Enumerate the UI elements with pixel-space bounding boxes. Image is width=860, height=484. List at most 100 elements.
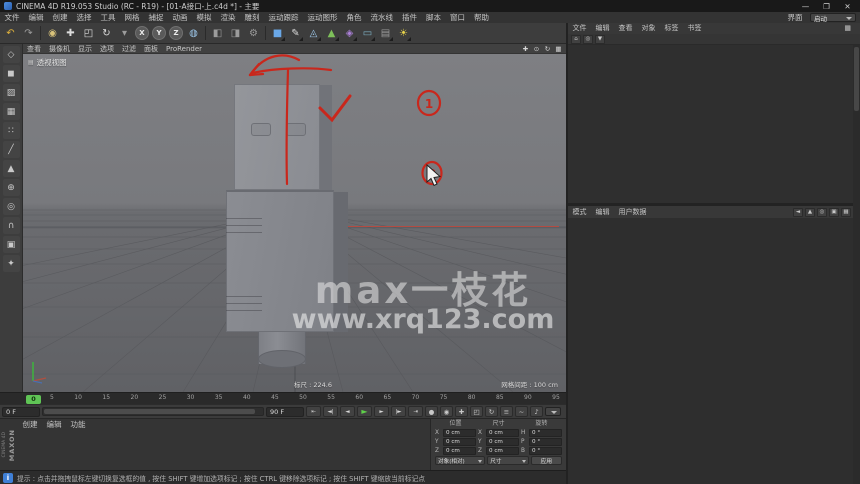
- layout-dropdown[interactable]: 启动: [810, 13, 856, 23]
- om-menu-bookmarks[interactable]: 书签: [683, 23, 706, 34]
- rot-b-field[interactable]: 0 °: [529, 447, 562, 455]
- size-mode-dropdown[interactable]: 尺寸: [487, 456, 529, 465]
- range-end-field[interactable]: 90 F: [266, 406, 304, 417]
- prev-frame-button[interactable]: ◄: [340, 406, 355, 417]
- vp-menu-filter[interactable]: 过滤: [118, 44, 140, 54]
- vp-menu-view[interactable]: 查看: [23, 44, 45, 54]
- vp-menu-prorender[interactable]: ProRender: [162, 44, 206, 54]
- maximize-button[interactable]: ❐: [818, 2, 835, 11]
- sound-toggle-button[interactable]: ♪: [530, 406, 543, 417]
- pan-view-icon[interactable]: ✚: [521, 44, 530, 53]
- am-panel-icon[interactable]: ▦: [841, 207, 851, 217]
- tweak-mode-icon[interactable]: ✦: [2, 255, 20, 272]
- right-scrollbar[interactable]: [853, 45, 860, 484]
- redo-icon[interactable]: ↷: [20, 25, 37, 42]
- menu-tools[interactable]: 工具: [96, 12, 120, 23]
- size-x-field[interactable]: 0 cm: [486, 429, 519, 437]
- menu-character[interactable]: 角色: [342, 12, 366, 23]
- am-menu-edit[interactable]: 编辑: [591, 206, 614, 218]
- x-axis-lock-button[interactable]: X: [135, 26, 149, 40]
- recent-tools-dropdown[interactable]: ▾: [116, 25, 133, 42]
- rot-h-field[interactable]: 0 °: [529, 429, 562, 437]
- menu-mograph[interactable]: 运动图形: [303, 12, 342, 23]
- coord-system-icon[interactable]: ◍: [185, 25, 202, 42]
- polygons-mode-icon[interactable]: ▲: [2, 160, 20, 177]
- viewport-canvas[interactable]: max一枝花 www.xrq123.com 1 2 ▤ 透视视图 标尺: 22…: [23, 54, 566, 392]
- camera-icon[interactable]: ▤: [377, 25, 394, 42]
- vp-menu-options[interactable]: 选项: [96, 44, 118, 54]
- om-search-icon[interactable]: ◎: [583, 34, 593, 44]
- om-menu-tags[interactable]: 标签: [660, 23, 683, 34]
- make-editable-icon[interactable]: ◇: [2, 46, 20, 63]
- edges-mode-icon[interactable]: ╱: [2, 141, 20, 158]
- model-mode-icon[interactable]: ◼: [2, 65, 20, 82]
- render-settings-icon[interactable]: ⚙: [245, 25, 262, 42]
- record-position-button[interactable]: ✚: [455, 406, 468, 417]
- toggle-views-icon[interactable]: ▦: [554, 44, 563, 53]
- menu-help[interactable]: 帮助: [470, 12, 494, 23]
- record-scale-button[interactable]: ◰: [470, 406, 483, 417]
- menu-select[interactable]: 选择: [72, 12, 96, 23]
- apply-button[interactable]: 应用: [530, 456, 562, 465]
- playback-options-dropdown[interactable]: [545, 407, 561, 416]
- menu-simulate[interactable]: 模拟: [192, 12, 216, 23]
- om-menu-objects[interactable]: 对象: [637, 23, 660, 34]
- om-menu-view[interactable]: 查看: [614, 23, 637, 34]
- vp-menu-panel[interactable]: 面板: [140, 44, 162, 54]
- axis-mode-icon[interactable]: ⊕: [2, 179, 20, 196]
- material-menu-create[interactable]: 创建: [18, 419, 42, 430]
- rotate-tool-icon[interactable]: ↻: [98, 25, 115, 42]
- solo-mode-icon[interactable]: ◎: [2, 198, 20, 215]
- pos-z-field[interactable]: 0 cm: [443, 447, 476, 455]
- material-menu-function[interactable]: 功能: [66, 419, 90, 430]
- pos-x-field[interactable]: 0 cm: [443, 429, 476, 437]
- menu-pipeline[interactable]: 流水线: [366, 12, 398, 23]
- coord-mode-dropdown[interactable]: 对象(相对): [435, 456, 486, 465]
- am-search-icon[interactable]: ◎: [817, 207, 827, 217]
- live-selection-icon[interactable]: ◉: [44, 25, 61, 42]
- am-menu-mode[interactable]: 模式: [568, 206, 591, 218]
- autokey-button[interactable]: ◉: [440, 406, 453, 417]
- record-pla-button[interactable]: ~: [515, 406, 528, 417]
- goto-end-button[interactable]: ⇥: [408, 406, 423, 417]
- menu-window[interactable]: 窗口: [446, 12, 470, 23]
- texture-mode-icon[interactable]: ▨: [2, 84, 20, 101]
- render-picture-viewer-icon[interactable]: ◨: [227, 25, 244, 42]
- menu-file[interactable]: 文件: [0, 12, 24, 23]
- next-key-button[interactable]: |►: [391, 406, 406, 417]
- am-menu-userdata[interactable]: 用户数据: [614, 206, 651, 218]
- play-button[interactable]: ►: [357, 406, 372, 417]
- snap-toggle-icon[interactable]: ∩: [2, 217, 20, 234]
- zoom-view-icon[interactable]: ⊙: [532, 44, 541, 53]
- menu-snap[interactable]: 捕捉: [144, 12, 168, 23]
- am-lock-icon[interactable]: ▣: [829, 207, 839, 217]
- workplane-lock-icon[interactable]: ▣: [2, 236, 20, 253]
- y-axis-lock-button[interactable]: Y: [152, 26, 166, 40]
- menu-animate[interactable]: 动画: [168, 12, 192, 23]
- om-home-icon[interactable]: ⌂: [571, 34, 581, 44]
- workplane-mode-icon[interactable]: ▦: [2, 103, 20, 120]
- scale-tool-icon[interactable]: ◰: [80, 25, 97, 42]
- goto-start-button[interactable]: ⇤: [306, 406, 321, 417]
- menu-plugins[interactable]: 插件: [398, 12, 422, 23]
- next-frame-button[interactable]: ►: [374, 406, 389, 417]
- record-rotation-button[interactable]: ↻: [485, 406, 498, 417]
- menu-edit[interactable]: 编辑: [24, 12, 48, 23]
- close-button[interactable]: ✕: [839, 2, 856, 11]
- material-menu-edit[interactable]: 编辑: [42, 419, 66, 430]
- record-parameter-button[interactable]: ≡: [500, 406, 513, 417]
- current-frame-marker[interactable]: 0: [26, 394, 41, 404]
- view-label[interactable]: ▤ 透视视图: [28, 57, 67, 68]
- z-axis-lock-button[interactable]: Z: [169, 26, 183, 40]
- current-frame-field[interactable]: 0 F: [2, 406, 40, 417]
- om-panel-icon[interactable]: ▦: [840, 23, 860, 34]
- minimize-button[interactable]: —: [797, 2, 814, 11]
- attribute-area[interactable]: [568, 218, 853, 484]
- subdivision-surface-icon[interactable]: ◬: [305, 25, 322, 42]
- record-keyframe-button[interactable]: ●: [425, 406, 438, 417]
- scrollbar-thumb[interactable]: [44, 409, 256, 414]
- size-z-field[interactable]: 0 cm: [486, 447, 519, 455]
- spline-pen-icon[interactable]: ✎: [287, 25, 304, 42]
- size-y-field[interactable]: 0 cm: [486, 438, 519, 446]
- move-tool-icon[interactable]: ✚: [62, 25, 79, 42]
